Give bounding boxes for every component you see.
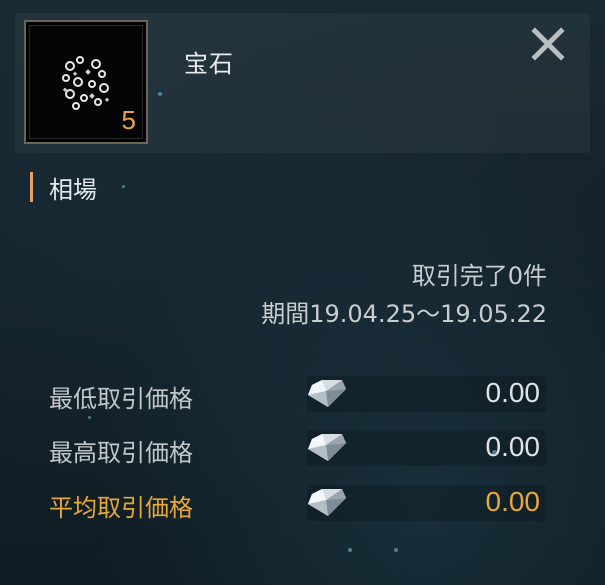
- item-count: 5: [121, 105, 136, 135]
- price-label: 最高取引価格: [49, 439, 193, 467]
- ambient-spark: [158, 92, 162, 96]
- item-slot-inner: 5: [29, 25, 143, 139]
- item-price-panel: 5 宝石 相場 取引完了0件 期間19.04.25～19.05.22 最低取引価…: [0, 0, 605, 585]
- gem-fragments-icon: [62, 56, 110, 110]
- trade-period: 期間19.04.25～19.05.22: [261, 300, 547, 328]
- price-label: 平均取引価格: [49, 494, 193, 522]
- ambient-spark: [394, 548, 398, 552]
- trade-count: 取引完了0件: [411, 262, 547, 290]
- ambient-spark: [88, 416, 91, 419]
- section-accent-bar: [30, 172, 33, 202]
- diamond-icon: [308, 380, 346, 407]
- item-name: 宝石: [184, 50, 234, 78]
- ambient-spark: [122, 185, 125, 188]
- price-value: 0.00: [485, 377, 541, 408]
- price-row-avg: 平均取引価格 0.00: [49, 485, 546, 522]
- section-title: 相場: [49, 176, 97, 204]
- price-row-max: 最高取引価格 0.00: [49, 430, 546, 467]
- price-value: 0.00: [485, 431, 541, 462]
- diamond-icon: [308, 489, 346, 516]
- close-button[interactable]: [528, 24, 568, 64]
- ambient-spark: [348, 548, 352, 552]
- price-row-min: 最低取引価格 0.00: [49, 376, 546, 413]
- price-label: 最低取引価格: [49, 385, 193, 413]
- price-value: 0.00: [485, 486, 541, 517]
- ambient-spark: [492, 450, 497, 455]
- close-icon: [531, 27, 565, 61]
- item-slot[interactable]: 5: [24, 20, 148, 144]
- diamond-icon: [308, 434, 346, 461]
